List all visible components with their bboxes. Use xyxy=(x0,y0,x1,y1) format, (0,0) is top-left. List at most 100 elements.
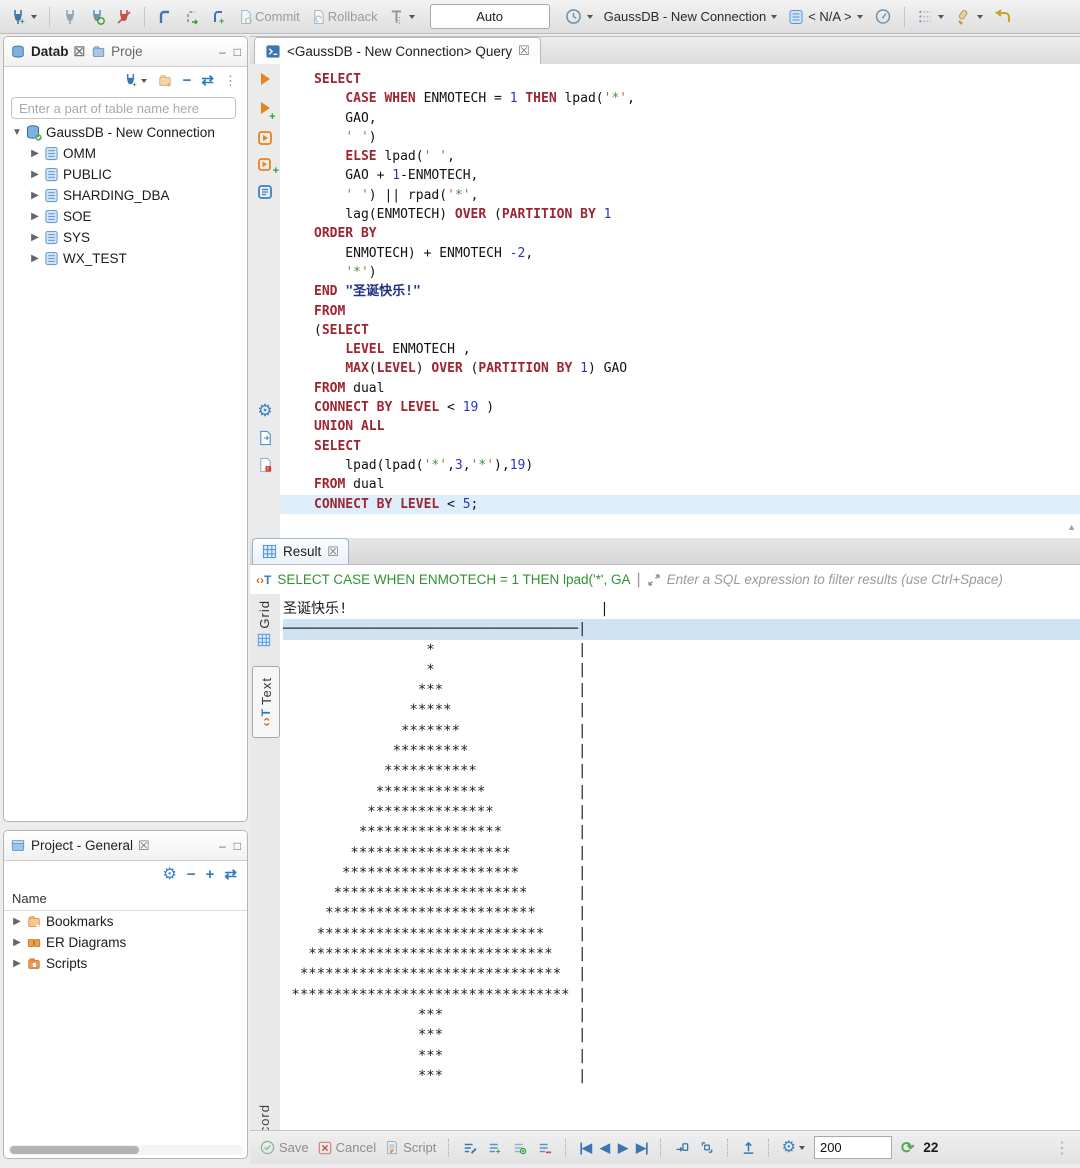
result-filter-bar[interactable]: ‹›T SELECT CASE WHEN ENMOTECH = 1 THEN l… xyxy=(250,565,1080,595)
tab-projects[interactable]: Proje xyxy=(91,44,143,59)
scrollbar-thumb[interactable] xyxy=(10,1146,139,1154)
execute-statement-button[interactable] xyxy=(261,72,270,90)
reconnect-button[interactable] xyxy=(87,5,107,29)
pending-transactions-button[interactable] xyxy=(387,5,417,29)
sql-settings-button[interactable]: ⚙ xyxy=(257,402,272,419)
close-icon[interactable]: ☒ xyxy=(138,838,150,854)
edit-cell-button[interactable] xyxy=(462,1141,478,1155)
tree-collapsed-icon[interactable]: ▶ xyxy=(30,253,40,264)
expand-filter-icon[interactable] xyxy=(647,573,661,587)
schema-selector[interactable]: < N/A > xyxy=(786,5,864,29)
collapse-all-icon[interactable]: − xyxy=(187,867,196,882)
duplicate-row-button[interactable] xyxy=(512,1141,528,1155)
transaction-log-button[interactable] xyxy=(182,5,202,29)
new-connection-button[interactable]: + xyxy=(8,5,39,29)
tab-project-general[interactable]: Project - General ☒ xyxy=(10,838,150,854)
validation-status-button[interactable]: ! xyxy=(258,457,273,473)
tree-expanded-icon[interactable]: ▼ xyxy=(12,127,22,138)
tree-node-connection[interactable]: ▼ GaussDB - New Connection xyxy=(4,122,247,143)
settings-gear-icon[interactable]: ⚙ xyxy=(163,867,177,883)
previous-row-button[interactable]: ◀ xyxy=(600,1140,609,1156)
disconnect-button[interactable] xyxy=(114,5,134,29)
tree-node-schema[interactable]: ▶OMM xyxy=(4,143,247,164)
tree-node-schema[interactable]: ▶SYS xyxy=(4,227,247,248)
connection-selector[interactable]: GaussDB - New Connection xyxy=(602,5,780,29)
scroll-up-icon[interactable]: ▲ xyxy=(1067,522,1076,532)
fetch-next-page-button[interactable] xyxy=(674,1140,690,1155)
project-tree-node[interactable]: ▶ER Diagrams xyxy=(4,932,247,953)
overflow-menu-icon[interactable]: ⋮ xyxy=(1054,1138,1070,1158)
first-row-button[interactable]: |◀ xyxy=(579,1140,591,1156)
project-tree-node[interactable]: ▶Scripts xyxy=(4,953,247,974)
next-row-button[interactable]: ▶ xyxy=(618,1140,627,1156)
add-row-button[interactable]: + xyxy=(487,1141,503,1155)
minimize-icon[interactable]: – xyxy=(219,839,226,853)
transaction-new-button[interactable]: + xyxy=(209,5,229,29)
tree-node-schema[interactable]: ▶SHARDING_DBA xyxy=(4,185,247,206)
horizontal-scrollbar[interactable] xyxy=(8,1145,243,1155)
new-folder-button[interactable]: + xyxy=(157,74,173,88)
fetch-size-input[interactable] xyxy=(814,1136,892,1159)
undo-navigation-button[interactable]: * xyxy=(992,5,1015,29)
last-row-button[interactable]: ▶| xyxy=(636,1140,648,1156)
cancel-button[interactable]: Cancel xyxy=(318,1140,376,1155)
minimize-icon[interactable]: – xyxy=(219,45,226,59)
row-copy-icon xyxy=(512,1141,528,1155)
view-menu-icon[interactable]: ⋮ xyxy=(224,73,237,89)
tree-collapsed-icon[interactable]: ▶ xyxy=(30,169,40,180)
tree-collapsed-icon[interactable]: ▶ xyxy=(12,958,22,969)
tree-collapsed-icon[interactable]: ▶ xyxy=(30,211,40,222)
tab-sql-editor[interactable]: <GaussDB - New Connection> Query ☒ xyxy=(254,37,541,64)
sql-code-area[interactable]: SELECT CASE WHEN ENMOTECH = 1 THEN lpad(… xyxy=(280,64,1080,538)
table-search-input[interactable] xyxy=(11,97,236,119)
tab-result[interactable]: Result ☒ xyxy=(252,538,349,564)
export-resultset-button[interactable] xyxy=(258,430,273,446)
rollback-button[interactable]: Rollback xyxy=(309,5,380,29)
tree-collapsed-icon[interactable]: ▶ xyxy=(30,148,40,159)
result-settings-button[interactable]: ⚙ xyxy=(782,1140,805,1156)
execute-new-tab-button[interactable]: + xyxy=(261,101,270,119)
tree-collapsed-icon[interactable]: ▶ xyxy=(12,916,22,927)
tab-database-navigator[interactable]: Datab ☒ xyxy=(10,44,85,60)
fetch-all-button[interactable] xyxy=(699,1140,715,1155)
row-add-icon: + xyxy=(487,1141,503,1155)
close-icon[interactable]: ☒ xyxy=(518,43,530,59)
project-tree-node[interactable]: ▶★Bookmarks xyxy=(4,911,247,932)
explain-plan-button[interactable] xyxy=(257,184,273,200)
export-button[interactable] xyxy=(741,1140,756,1155)
expand-all-icon[interactable]: + xyxy=(206,867,215,882)
tree-collapsed-icon[interactable]: ▶ xyxy=(12,937,22,948)
tree-collapsed-icon[interactable]: ▶ xyxy=(30,190,40,201)
tab-text-view[interactable]: Text ‹›T xyxy=(252,666,280,738)
save-button[interactable]: Save xyxy=(260,1140,309,1155)
execute-script-button[interactable] xyxy=(257,130,273,146)
close-icon[interactable]: ☒ xyxy=(327,544,339,560)
maximize-icon[interactable]: □ xyxy=(234,839,241,853)
result-text-view[interactable]: 圣诞快乐! |─────────────────────────────────… xyxy=(280,594,1080,1131)
commit-button[interactable]: Commit xyxy=(236,5,302,29)
transaction-monitor-button[interactable] xyxy=(563,5,595,29)
execute-script-new-tab-button[interactable]: + xyxy=(257,157,273,173)
delete-row-button[interactable] xyxy=(537,1141,553,1155)
connect-button[interactable] xyxy=(60,5,80,29)
performance-button[interactable] xyxy=(872,5,894,29)
transaction-mode-button[interactable] xyxy=(155,5,175,29)
tree-collapsed-icon[interactable]: ▶ xyxy=(30,232,40,243)
commit-mode-combo[interactable]: Auto xyxy=(430,4,550,29)
maximize-icon[interactable]: □ xyxy=(234,45,241,59)
project-column-header[interactable]: Name xyxy=(4,888,247,911)
format-button[interactable] xyxy=(953,5,985,29)
link-with-editor-icon[interactable]: ⇄ xyxy=(224,867,237,882)
link-with-editor-icon[interactable]: ⇄ xyxy=(201,73,214,88)
tree-node-schema[interactable]: ▶SOE xyxy=(4,206,247,227)
script-button[interactable]: Script xyxy=(385,1140,436,1155)
close-icon[interactable]: ☒ xyxy=(74,44,86,60)
filter-input-placeholder[interactable]: Enter a SQL expression to filter results… xyxy=(667,572,1003,587)
tree-node-schema[interactable]: ▶WX_TEST xyxy=(4,248,247,269)
refresh-icon[interactable]: ⟳ xyxy=(901,1138,914,1158)
tree-node-schema[interactable]: ▶PUBLIC xyxy=(4,164,247,185)
collapse-all-icon[interactable]: − xyxy=(183,73,192,88)
navigator-new-connection-button[interactable]: + xyxy=(123,73,147,88)
tab-grid-view[interactable]: Grid xyxy=(251,600,277,658)
view-options-button[interactable] xyxy=(915,5,946,29)
